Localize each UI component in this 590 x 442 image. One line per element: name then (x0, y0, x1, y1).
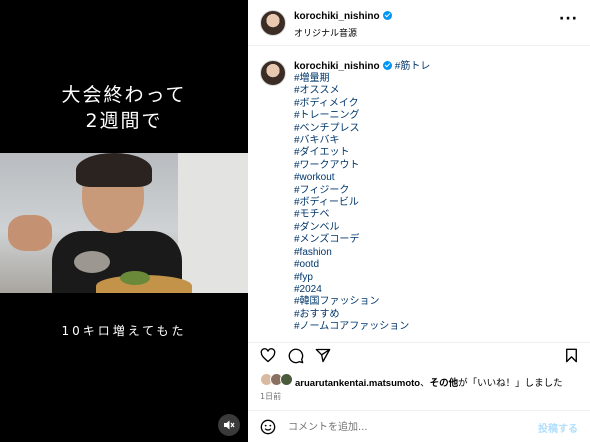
hashtag-link[interactable]: #ootd (294, 259, 409, 271)
verified-badge-icon (382, 61, 392, 70)
avatar (280, 373, 293, 386)
paper-plane-icon (315, 348, 331, 363)
more-horizontal-icon: ··· (559, 11, 578, 27)
action-bar (248, 342, 590, 368)
hashtag-link[interactable]: #トレーニング (294, 110, 409, 122)
hashtag-link[interactable]: #ベンチプレス (294, 123, 409, 135)
hashtag-link[interactable]: #ノームコアファッション (294, 321, 409, 333)
likes-others-link[interactable]: その他 (430, 378, 459, 389)
hashtag-link[interactable]: #ボディメイク (294, 98, 409, 110)
post-header: korochiki_nishino オリジナル音源 ··· (248, 0, 590, 46)
save-button[interactable] (565, 348, 578, 367)
video-caption-bottom: 10キロ増えてもた (61, 324, 187, 338)
hashtag-link[interactable]: #増量期 (294, 73, 409, 85)
video-player[interactable]: 大会終わって 2週間で 10キロ増えてもた (0, 0, 248, 442)
comment-button[interactable] (288, 348, 304, 368)
heart-icon (260, 348, 276, 363)
liker-username[interactable]: aruarutankentai.matsumoto (295, 378, 420, 389)
hashtag-link[interactable]: #筋トレ (395, 61, 431, 72)
likes-row: aruarutankentai.matsumoto、その他が「いいね！」しました (260, 373, 590, 389)
hashtag-link[interactable]: #オススメ (294, 85, 409, 97)
post-panel: korochiki_nishino オリジナル音源 ··· korochiki_… (248, 0, 590, 442)
likes-text: aruarutankentai.matsumoto、その他が「いいね！」しました (295, 375, 563, 389)
hashtag-link[interactable]: #韓国ファッション (294, 296, 409, 308)
hashtag-link[interactable]: #fyp (294, 272, 409, 284)
video-caption-line2: 2週間で (85, 110, 163, 132)
emoji-button[interactable] (260, 419, 276, 439)
hashtag-link[interactable]: #2024 (294, 284, 409, 296)
post-caption: korochiki_nishino #筋トレ #増量期 #オススメ #ボディメイク #… (248, 46, 590, 342)
header-username[interactable]: korochiki_nishino (294, 11, 392, 22)
likes-suffix: が「いいね！」しました (458, 378, 563, 389)
video-frame-image (0, 153, 248, 293)
speaker-muted-icon (224, 420, 235, 430)
verified-badge-icon (382, 11, 392, 20)
audio-label[interactable]: オリジナル音源 (294, 26, 357, 39)
post-comment-button[interactable]: 投稿する (538, 420, 578, 435)
caption-avatar[interactable] (260, 60, 286, 86)
hashtag-list: #増量期 #オススメ #ボディメイク #トレーニング #ベンチプレス #バキバキ #ダイエッ… (294, 73, 409, 334)
avatar[interactable] (260, 10, 286, 36)
hashtag-link[interactable]: #フィジーク (294, 185, 409, 197)
likes-separator: 、 (420, 378, 430, 389)
hashtag-link[interactable]: #workout (294, 172, 409, 184)
like-button[interactable] (260, 348, 276, 367)
share-button[interactable] (315, 348, 331, 367)
hashtag-link[interactable]: #fashion (294, 247, 409, 259)
header-username-text[interactable]: korochiki_nishino (294, 11, 380, 22)
video-caption-line1: 大会終わって (61, 84, 187, 106)
mute-button[interactable] (218, 414, 240, 436)
hashtag-link[interactable]: #メンズコーデ (294, 234, 409, 246)
hashtag-link[interactable]: #ダンベル (294, 222, 409, 234)
caption-first-line: korochiki_nishino #筋トレ (294, 61, 430, 73)
bookmark-icon (566, 348, 577, 363)
hashtag-link[interactable]: #モチベ (294, 209, 409, 221)
caption-username[interactable]: korochiki_nishino (294, 61, 380, 72)
hashtag-link[interactable]: #おすすめ (294, 309, 409, 321)
comment-bar: 投稿する (248, 410, 590, 442)
hashtag-link[interactable]: #ワークアウト (294, 160, 409, 172)
hashtag-link[interactable]: #ボディービル (294, 197, 409, 209)
comment-bubble-icon (288, 348, 304, 364)
post-timestamp[interactable]: 1日前 (260, 391, 281, 402)
hashtag-link[interactable]: #バキバキ (294, 135, 409, 147)
comment-input[interactable] (288, 419, 528, 435)
emoji-icon (260, 419, 276, 435)
more-options-button[interactable]: ··· (559, 11, 578, 27)
hashtag-link[interactable]: #ダイエット (294, 147, 409, 159)
